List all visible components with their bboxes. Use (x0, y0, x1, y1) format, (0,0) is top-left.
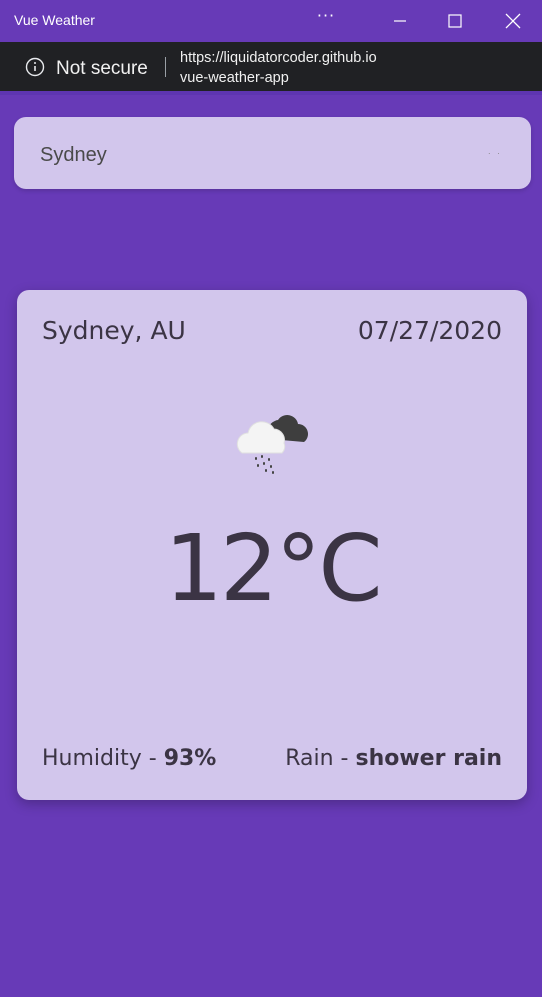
window-title: Vue Weather (14, 12, 95, 28)
info-icon[interactable] (25, 57, 45, 81)
minimize-icon[interactable] (376, 0, 424, 42)
humidity-info: Humidity - 93% (42, 746, 216, 771)
humidity-value: 93% (163, 746, 217, 771)
temperature-value: 12°C (164, 515, 382, 622)
url-path-text[interactable]: vue-weather-app (180, 70, 289, 86)
shower-rain-icon (232, 405, 312, 481)
window-titlebar: Vue Weather ··· (0, 0, 542, 42)
rain-value: shower rain (355, 746, 502, 771)
close-icon[interactable] (489, 0, 537, 42)
page-top-shadow (0, 91, 542, 95)
more-horizontal-icon[interactable]: ··· (302, 0, 350, 42)
search-input[interactable] (38, 141, 482, 169)
maximize-icon[interactable] (431, 0, 479, 42)
url-text[interactable]: https://liquidatorcoder.github.io (180, 50, 377, 66)
date-label: 07/27/2020 (357, 316, 502, 345)
search-box[interactable] (14, 117, 531, 189)
divider (165, 57, 166, 77)
weather-card: Sydney, AU 07/27/2020 12°C Humidity - 93… (17, 290, 527, 800)
rain-label: Rain - (285, 746, 356, 771)
search-input-dots: . . (488, 147, 502, 156)
address-bar: Not secure https://liquidatorcoder.githu… (0, 42, 542, 91)
humidity-label: Humidity - (42, 746, 164, 771)
security-status[interactable]: Not secure (56, 58, 148, 80)
rain-info: Rain - shower rain (285, 746, 502, 771)
location-label: Sydney, AU (42, 316, 186, 345)
